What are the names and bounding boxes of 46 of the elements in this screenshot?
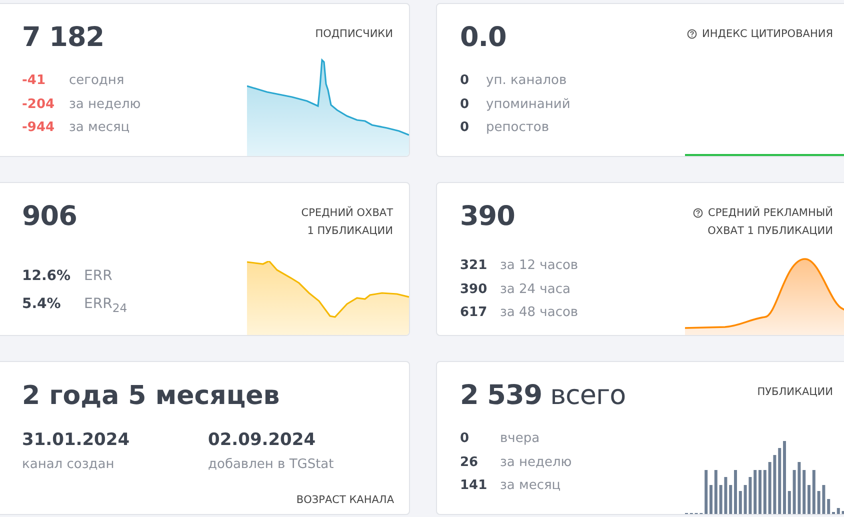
card-title: СРЕДНИЙ РЕКЛАМНЫЙ ОХВАТ 1 ПУБЛИКАЦИИ xyxy=(708,205,833,239)
stat-label: за 24 часа xyxy=(500,282,570,296)
stat-label: за месяц xyxy=(69,120,130,135)
metric-value: 7 182 xyxy=(22,21,104,55)
stat-value: 141 xyxy=(460,478,488,493)
card-title: ИНДЕКС ЦИТИРОВАНИЯ xyxy=(702,27,833,42)
card-title: ПОДПИСЧИКИ xyxy=(315,27,393,42)
stat-label: за неделю xyxy=(500,454,572,470)
date-value: 31.01.2024 xyxy=(22,430,131,450)
metric-value: 390 xyxy=(460,200,515,234)
card-title: ВОЗРАСТ КАНАЛА xyxy=(296,493,394,508)
stat-value: 26 xyxy=(460,454,480,470)
stat-label: сегодня xyxy=(69,73,124,88)
help-icon[interactable] xyxy=(686,29,697,39)
stat-label: ERR$_{24}$ xyxy=(84,296,128,314)
card-title: ПУБЛИКАЦИИ xyxy=(757,385,833,400)
metric-value: 906 xyxy=(22,200,77,234)
stat-value: 12.6% xyxy=(22,268,72,284)
stat-value: 0 xyxy=(460,73,470,88)
stat-value: 0 xyxy=(460,96,470,112)
stat-value: 5.4% xyxy=(22,296,62,312)
stat-label: за неделю xyxy=(69,96,141,112)
stat-label: за месяц xyxy=(500,478,561,493)
card-title: СРЕДНИЙ ОХВАТ 1 ПУБЛИКАЦИИ xyxy=(301,205,393,239)
stat-value: -204 xyxy=(22,96,56,112)
metric-value: 2 539 всего xyxy=(460,379,626,413)
stat-value: -944 xyxy=(22,120,56,135)
stat-label: уп. каналов xyxy=(486,73,567,88)
stat-label: за 12 часов xyxy=(500,258,578,273)
stat-value: 617 xyxy=(460,305,488,320)
help-icon[interactable] xyxy=(692,208,703,218)
date-label: канал создан xyxy=(22,457,116,472)
stat-value: 390 xyxy=(460,282,488,296)
stat-value: 0 xyxy=(460,120,470,135)
stat-label: за 48 часов xyxy=(500,305,578,320)
date-value: 02.09.2024 xyxy=(208,430,317,450)
stat-value: 321 xyxy=(460,258,488,273)
date-label: добавлен в TGStat xyxy=(208,457,335,472)
stat-value: 0 xyxy=(460,431,470,446)
stat-value: -41 xyxy=(22,73,46,88)
metric-value: 0.0 xyxy=(460,21,506,55)
stat-label: вчера xyxy=(500,431,540,446)
stat-label: ERR xyxy=(84,268,112,284)
stat-label: репостов xyxy=(486,120,550,135)
channel-age: 2 года 5 месяцев xyxy=(22,380,280,413)
stat-label: упоминаний xyxy=(486,96,570,112)
